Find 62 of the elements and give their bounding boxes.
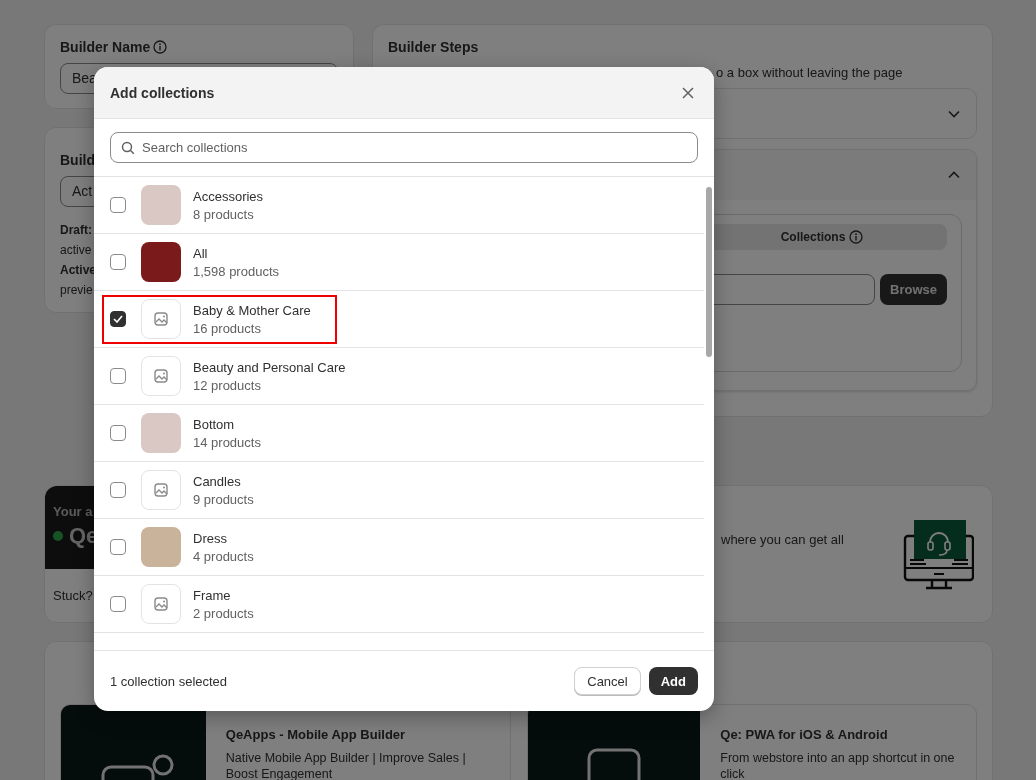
collection-name: Accessories [193, 188, 264, 204]
product-count: 14 products [193, 434, 261, 450]
help-text: Stuck? [53, 588, 93, 603]
checkbox[interactable] [110, 254, 126, 270]
checkbox[interactable] [110, 482, 126, 498]
collection-name: Beauty and Personal Care [193, 359, 346, 375]
info-icon [849, 230, 864, 244]
product-count: 2 products [193, 605, 254, 621]
collection-row[interactable]: Beauty and Personal Care 12 products [94, 348, 704, 405]
cancel-button[interactable]: Cancel [574, 667, 641, 695]
collection-row[interactable]: Dress 4 products [94, 519, 704, 576]
collection-row[interactable]: Accessories 8 products [94, 177, 704, 234]
chevron-down-icon [948, 109, 960, 118]
product-count: 16 products [193, 320, 262, 336]
product-count: 1,598 products [193, 263, 279, 279]
info-icon [153, 40, 168, 54]
add-button[interactable]: Add [648, 667, 698, 695]
browse-button[interactable]: Browse [880, 274, 947, 305]
app-title: QeApps - Mobile App Builder [225, 727, 407, 742]
status-note: previe [60, 282, 93, 299]
modal-title: Add collections [110, 84, 215, 101]
section-subtitle: o a box without leaving the page [716, 65, 903, 80]
collection-name: Bottom [193, 416, 236, 432]
checkbox[interactable] [110, 425, 126, 441]
collection-row[interactable]: All 1,598 products [94, 234, 704, 291]
product-count: 4 products [193, 548, 254, 564]
close-icon[interactable] [682, 86, 694, 99]
status-note: Active [60, 262, 97, 279]
collection-row[interactable]: Bottom 14 products [94, 405, 704, 462]
app-title: Qe: PWA for iOS & Android [720, 727, 889, 742]
chevron-up-icon[interactable] [948, 171, 960, 179]
support-text: where you can get all [721, 532, 844, 547]
status-dot-icon [53, 531, 63, 541]
product-count: 8 products [193, 206, 255, 222]
status-note: active [60, 242, 92, 259]
search-field[interactable]: Search collections [110, 132, 698, 163]
support-monitor-icon [902, 520, 974, 592]
checkbox[interactable] [110, 368, 126, 384]
search-icon [121, 141, 135, 155]
checkbox[interactable] [110, 596, 126, 612]
collection-name: Baby & Mother Care [193, 302, 311, 318]
collection-row[interactable]: Frame 2 products [94, 576, 704, 633]
collection-row[interactable]: Baby & Mother Care 16 products [94, 291, 704, 348]
checkbox[interactable] [110, 311, 126, 327]
collection-name: All [193, 245, 209, 261]
checkbox[interactable] [110, 197, 126, 213]
section-title: Builder Steps [388, 39, 479, 55]
collection-name: Candles [193, 473, 242, 489]
collection-name: Frame [193, 587, 232, 603]
product-count: 9 products [193, 491, 254, 507]
collection-row[interactable]: Candles 9 products [94, 462, 704, 519]
checkmark-icon [113, 315, 123, 323]
selection-count: 1 collection selected [110, 673, 228, 689]
status-note: Draft: [60, 222, 92, 239]
collection-name: Dress [193, 530, 228, 546]
section-title: Builder Name [60, 39, 151, 55]
app-description: From webstore into an app shortcut in one click [720, 750, 956, 780]
account-heading: Your a [53, 504, 93, 519]
product-count: 12 products [193, 377, 262, 393]
app-description: Native Mobile App Builder | Improve Sales | Boost Engagement [225, 750, 467, 780]
checkbox[interactable] [110, 539, 126, 555]
section-title: Build [60, 152, 95, 168]
